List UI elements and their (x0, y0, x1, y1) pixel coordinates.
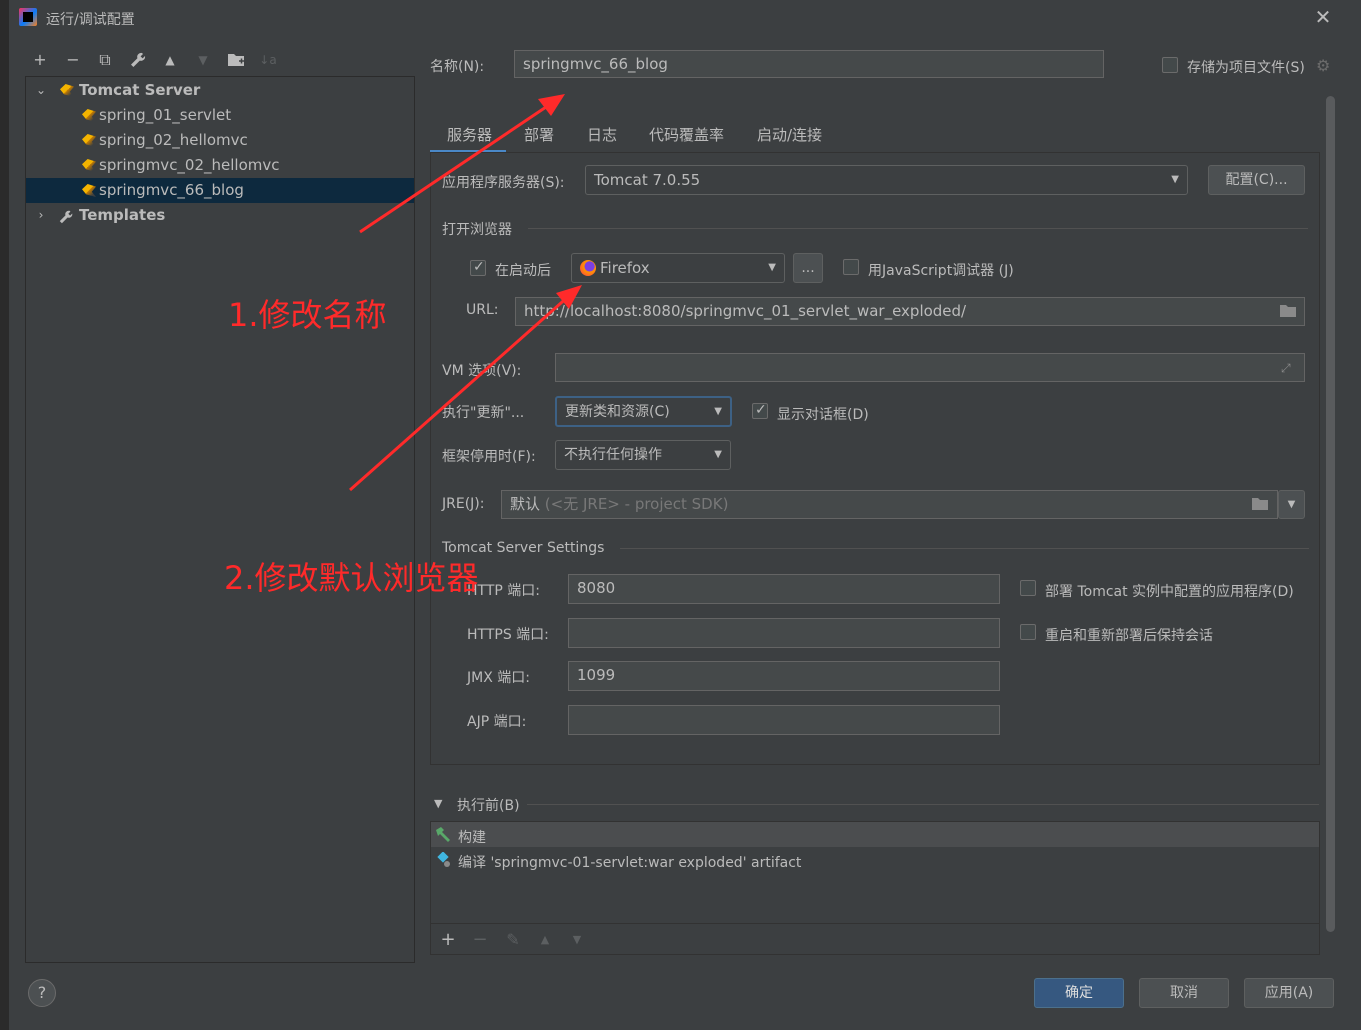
annotation-step-2: 2.修改默认浏览器 (224, 559, 479, 597)
annotation-arrows (349, 94, 582, 492)
annotation-step-1: 1.修改名称 (228, 296, 387, 334)
annotation-arrowhead-1 (538, 94, 565, 116)
annotation-arrow-1 (359, 101, 553, 234)
